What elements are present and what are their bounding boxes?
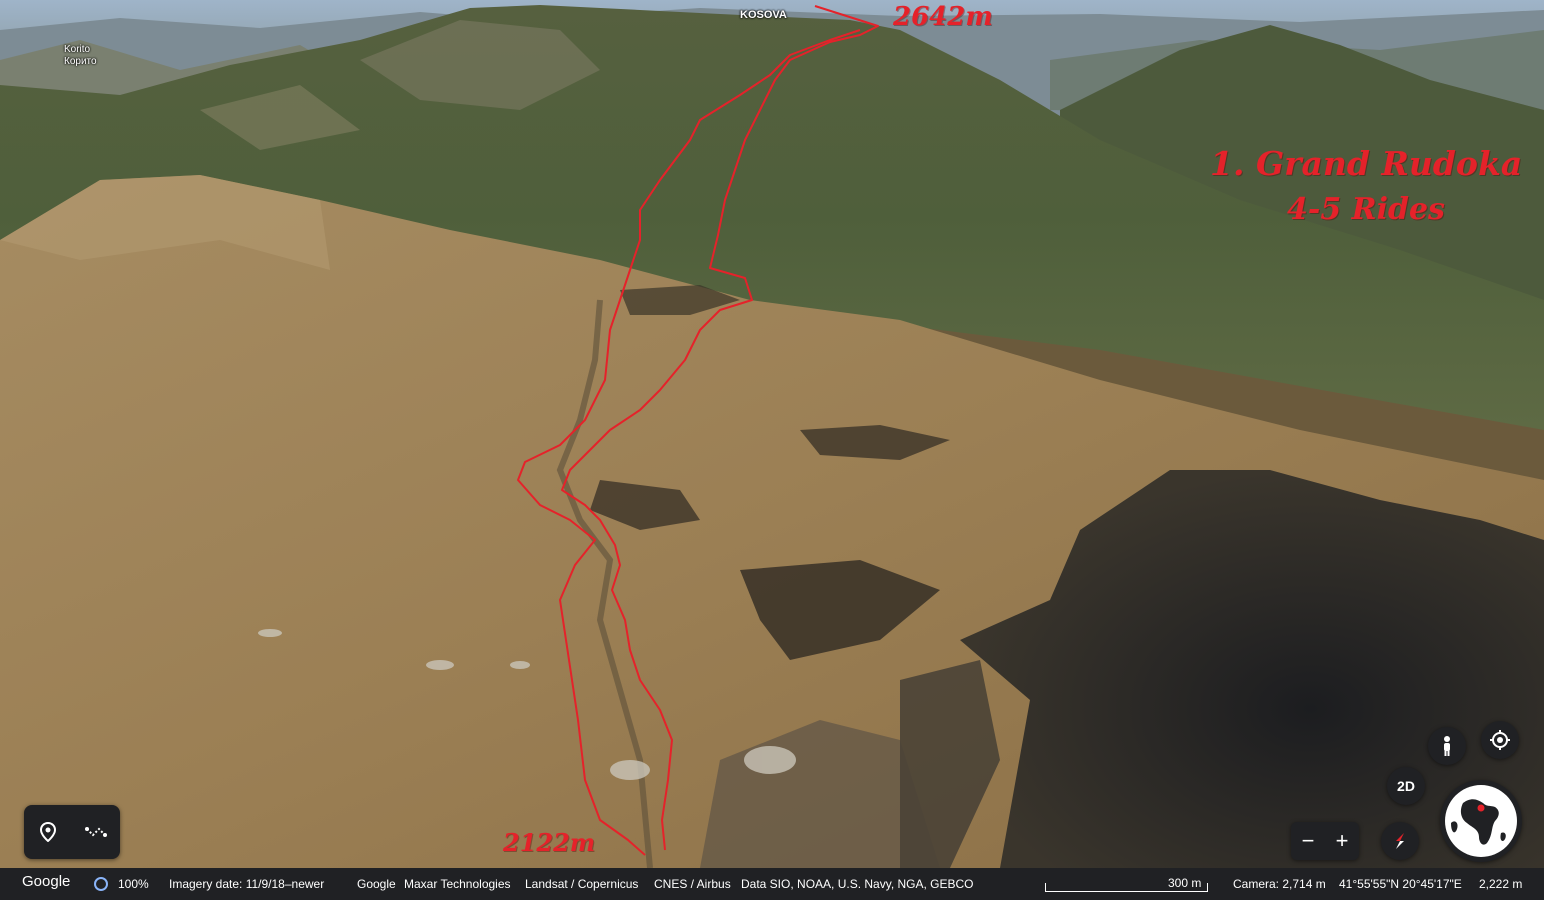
elevation: 2,222 m [1479,877,1523,891]
zoom-in-button[interactable]: + [1325,822,1359,860]
summit-elevation-annotation: 2642m [893,2,993,32]
measure-path-icon [85,827,107,837]
measure-button[interactable] [78,814,114,850]
my-location-button[interactable] [1481,721,1519,759]
camera-altitude: Camera: 2,714 m [1233,877,1326,891]
pegman-button[interactable] [1428,727,1466,765]
coordinates: 41°55'55"N 20°45'17"E [1339,877,1462,891]
route-rides-annotation: 4-5 Rides [1287,192,1445,227]
zoom-out-button[interactable]: − [1291,822,1325,860]
loading-progress-icon [94,877,108,891]
compass-button[interactable] [1381,822,1419,860]
toggle-2d-button[interactable]: 2D [1387,767,1425,805]
status-bar: Google 100% Imagery date: 11/9/18–newer … [0,868,1544,900]
place-label-kosova: KOSOVA [740,9,787,21]
map-viewport[interactable]: Korito Корито KOSOVA 2642m 2122m 1. Gran… [0,0,1544,868]
tools-toolbar [24,805,120,859]
terrain-imagery [0,0,1544,868]
scale-bar [1045,883,1208,892]
route-title-annotation: 1. Grand Rudoka [1210,144,1523,183]
load-progress: 100% [118,877,149,891]
place-label-korito-latin: Korito [64,44,91,55]
places-button[interactable] [30,814,66,850]
credit-landsat: Landsat / Copernicus [525,877,639,891]
google-logo: Google [22,873,71,890]
location-pin-icon [39,822,57,842]
pegman-icon [1444,736,1450,756]
compass-icon [1396,833,1404,849]
credit-cnes: CNES / Airbus [654,877,731,891]
base-elevation-annotation: 2122m [503,828,596,857]
credit-google: Google [357,877,396,891]
imagery-date: Imagery date: 11/9/18–newer [169,877,325,891]
globe-icon [1445,785,1517,857]
my-location-icon [1490,730,1510,750]
place-label-korito-cyrillic: Корито [64,56,97,67]
credit-data: Data SIO, NOAA, U.S. Navy, NGA, GEBCO [741,877,974,891]
zoom-controls: − + [1291,822,1359,860]
place-label-korito: Korito Корито [64,44,97,68]
credit-maxar: Maxar Technologies [404,877,511,891]
globe-button[interactable] [1440,780,1522,862]
